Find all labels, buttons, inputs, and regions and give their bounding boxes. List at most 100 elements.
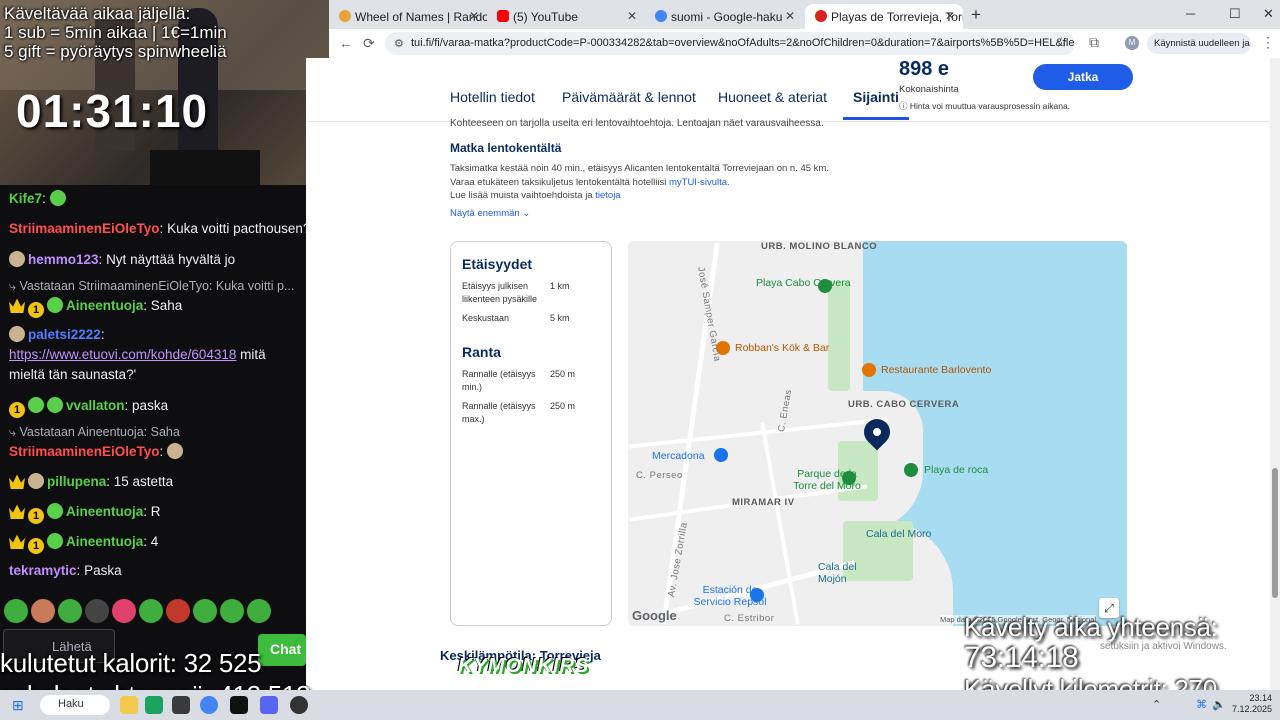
chat-message: tekramytic: Paska [9,563,122,578]
walked-time-label: Kävelty aika yhteensä: [964,612,1218,642]
profile-avatar[interactable]: M [1125,36,1139,50]
emote-icon [112,599,136,623]
area-label: URB. MOLINO BLANCO [761,241,878,252]
volume-icon[interactable]: 🔈 [1212,698,1226,711]
info-link[interactable]: tietoja [595,190,620,201]
close-window-icon[interactable]: ✕ [1263,6,1274,22]
sub-badge-icon: 1 [9,402,25,418]
kymonkirs-logo: KYMONKIRS [458,655,590,677]
mytui-link[interactable]: myTUI-sivulta. [669,177,730,188]
beach-row: Rannalle (etäisyys min.)250 m [462,369,576,392]
taskbar-search[interactable]: Haku [40,695,110,715]
place-label: Cala del Moro [866,528,932,540]
tab-youtube[interactable]: (5) YouTube ✕ [487,4,645,29]
nav-dates-flights[interactable]: Päivämäärät & lennot [562,89,696,105]
emote-icon [85,599,109,623]
emote-icon [166,599,190,623]
nav-rooms-meals[interactable]: Huoneet & ateriat [718,89,827,105]
bookmark-star-icon[interactable]: ☆ [1055,34,1068,51]
location-map[interactable]: URB. MOLINO BLANCO URB. CABO CERVERA MIR… [628,241,1127,626]
chat-message: pillupena: 15 astetta [9,473,306,489]
reload-icon[interactable]: ⟳ [363,35,375,52]
chat-message: 1 vvallaton: paska [9,397,306,418]
restaurant-pin-icon[interactable] [862,363,876,377]
chrome-icon[interactable] [200,696,218,714]
chat-send-button[interactable]: Chat [258,634,306,666]
continue-button[interactable]: Jatka [1033,64,1133,90]
page-scrollbar[interactable] [1270,58,1280,690]
capcut-icon[interactable] [230,696,248,714]
nav-location[interactable]: Sijainti [853,89,899,105]
tab-tui[interactable]: Playas de Torrevieja, Torrevieja✕ [805,4,963,29]
chat-message: StriimaaminenEiOleTyo: [9,443,306,459]
google-icon [655,10,667,22]
app-icon[interactable] [172,696,190,714]
app-icon[interactable] [145,696,163,714]
place-label: Cala del Mojón [818,561,857,585]
place-label: Playa Cabo Cervera [756,277,851,289]
sub-badge-icon: 1 [28,302,44,318]
distances-title: Etäisyydet [462,256,533,272]
close-icon[interactable]: ✕ [785,9,795,23]
maximize-icon[interactable]: ☐ [1229,6,1241,22]
chat-message: Kife7: [9,190,306,206]
windows-taskbar: ⊞ Haku ⌃ ⌘ 🔈 23.14 7.12.2025 [0,690,1280,720]
chat-message: hemmo123: Nyt näyttää hyvältä jo [9,251,306,267]
menu-icon[interactable]: ⋮ [1261,34,1275,51]
bluetooth-icon[interactable]: ⌘ [1196,698,1207,711]
tray-chevron-icon[interactable]: ⌃ [1152,698,1161,711]
badge-icon [28,473,44,489]
emote-bar[interactable] [4,599,271,623]
stream-goal-overlay: Käveltävää aikaa jäljellä: 1 sub = 5min … [4,4,227,61]
reply-context: ⤷ Vastataan Aineentuoja: Saha [9,425,180,439]
chat-message: 1 Aineentuoja: R [9,503,306,524]
address-bar[interactable]: ⚙ tui.fi/fi/varaa-matka?productCode=P-000… [385,32,1075,55]
back-icon[interactable]: ← [339,35,353,51]
total-price: 898 e [899,58,950,81]
walked-time-value: 73:14:18 [964,641,1079,674]
street-label: C. Eneas [776,388,795,433]
frog-icon [47,397,63,413]
extensions-icon[interactable]: ⧉ [1089,34,1099,51]
relaunch-update-button[interactable]: Käynnistä uudelleen ja päivitä [1147,33,1251,54]
emote-icon [193,599,217,623]
close-icon[interactable]: ✕ [627,9,637,23]
file-explorer-icon[interactable] [120,696,138,714]
active-tab-indicator [843,117,909,120]
sub-badge-icon: 1 [28,538,44,554]
obs-icon[interactable] [290,696,308,714]
stream-chat: Kife7: StriimaaminenEiOleTyo: Kuka voitt… [0,185,306,690]
windows-start-icon[interactable]: ⊞ [12,697,24,714]
frog-icon [28,397,44,413]
shop-pin-icon[interactable] [714,448,728,462]
distance-row: Keskustaan 5 km [462,313,570,323]
google-logo: Google [632,608,677,623]
close-icon[interactable]: ✕ [469,9,479,23]
discord-icon[interactable] [260,696,278,714]
wheel-icon [339,10,351,22]
new-tab-icon[interactable]: + [971,5,981,25]
emote-icon [4,599,28,623]
taskbar-clock[interactable]: 23.14 7.12.2025 [1232,693,1272,715]
frog-icon [47,297,63,313]
tab-wheel-of-names[interactable]: Wheel of Names | Random nam✕ [329,4,487,29]
chat-message-cont: mieltä tän saunasta?' [9,367,137,382]
nav-hotel-info[interactable]: Hotellin tiedot [450,89,535,105]
close-icon[interactable]: ✕ [945,9,955,23]
place-label: Parque de la Torre del Moro [793,468,861,492]
chat-link[interactable]: https://www.etuovi.com/kohde/604318 [9,347,236,362]
show-more-link[interactable]: Näytä enemmän ⌄ [450,208,530,219]
beach-row: Rannalle (etäisyys max.)250 m [462,401,576,424]
distance-row: Etäisyys julkisen liikenteen pysäkille1 … [462,281,570,304]
chat-message: 1 Aineentuoja: 4 [9,533,306,554]
frog-icon [47,533,63,549]
beach-pin-icon[interactable] [904,463,918,477]
site-info-icon: ⚙ [394,38,404,50]
tab-google-search[interactable]: suomi - Google-haku ✕ [645,4,803,29]
area-label: URB. CABO CERVERA [848,399,960,410]
beach-title: Ranta [462,344,501,360]
scrollbar-thumb[interactable] [1272,468,1278,598]
chevron-down-icon: ⌄ [522,208,531,219]
emote-icon [139,599,163,623]
minimize-icon[interactable]: ─ [1186,6,1195,21]
